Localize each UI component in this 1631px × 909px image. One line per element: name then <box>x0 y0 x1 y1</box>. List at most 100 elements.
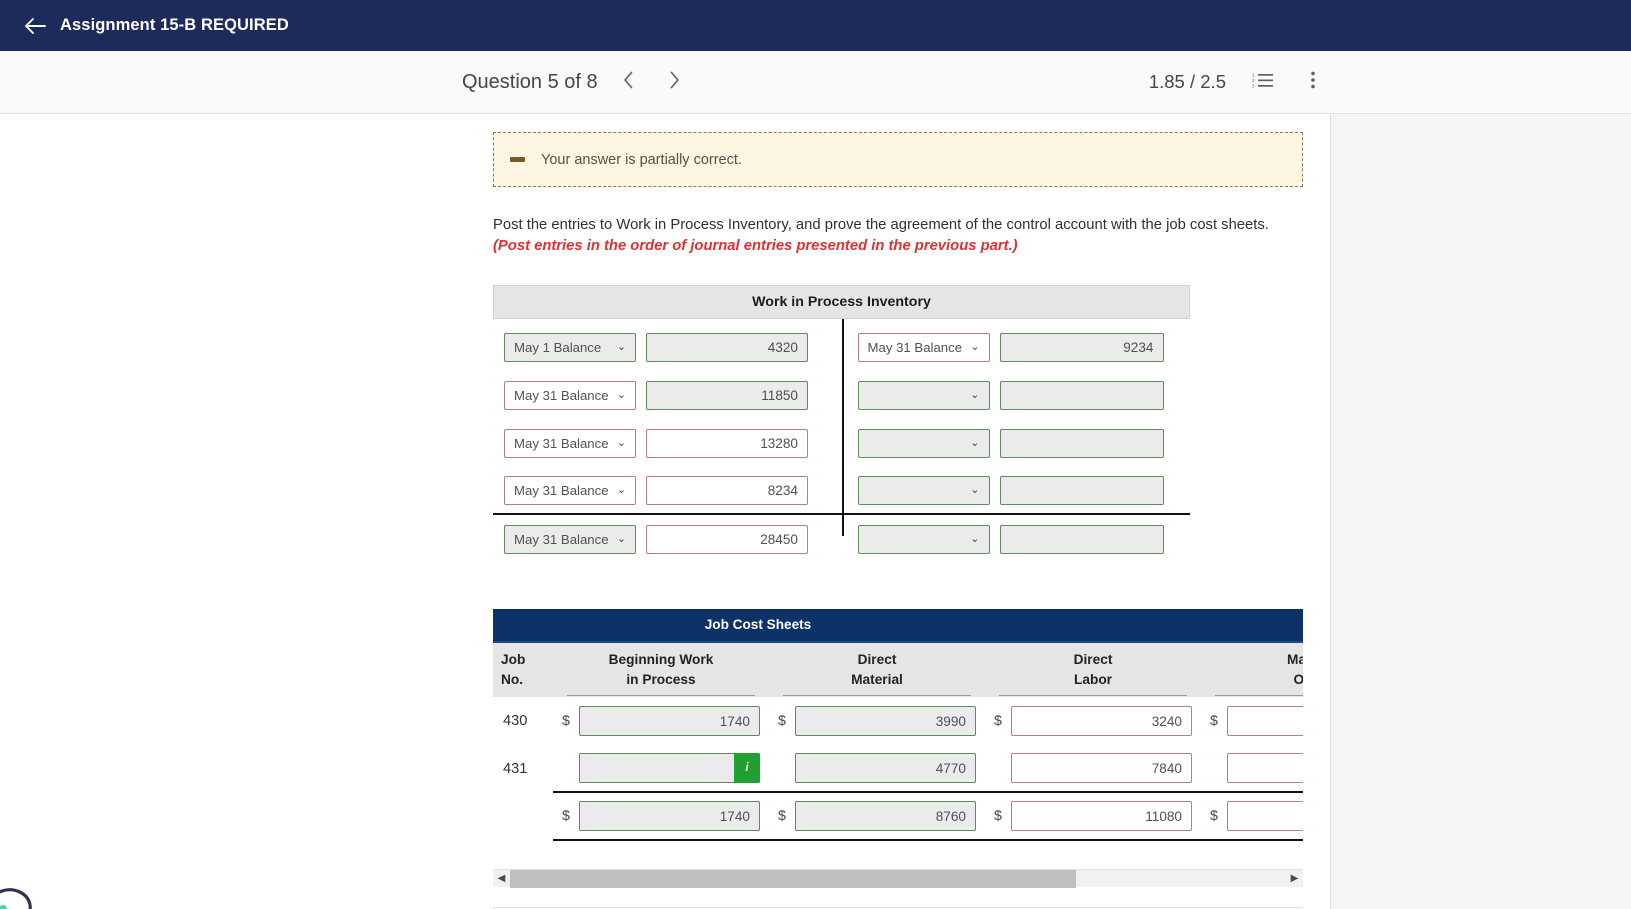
wip-amount-input[interactable] <box>999 428 1164 458</box>
header-rule <box>783 694 971 696</box>
currency-symbol: $ <box>562 808 570 824</box>
more-options-button[interactable] <box>1300 69 1326 95</box>
direct-labor-total-input[interactable]: 11080 <box>1011 801 1192 831</box>
instruction-emphasis: (Post entries in the order of journal en… <box>493 238 1018 254</box>
back-button[interactable] <box>18 9 52 43</box>
column-header-job-no: Job No. <box>493 643 553 690</box>
info-icon[interactable]: i <box>734 753 760 783</box>
beginning-wip-input[interactable]: 1740 <box>579 706 760 736</box>
previous-question-button[interactable] <box>614 67 644 97</box>
cell-manufacturing-overhead-total: $ <box>1201 793 1303 841</box>
scrollbar-track[interactable] <box>510 869 1286 888</box>
job-number: 431 <box>503 761 528 777</box>
table-row: $ 1740 $ 8760 $ 11080 $ <box>493 793 1303 841</box>
column-header-line2: Material <box>851 671 903 687</box>
wip-debit-side: May 31 Balance ⌄ 28450 <box>493 524 842 554</box>
wip-amount-input[interactable]: 13280 <box>646 428 808 458</box>
wip-amount-input[interactable]: 8234 <box>646 475 808 505</box>
wip-select[interactable]: ⌄ <box>857 475 990 505</box>
next-question-button[interactable] <box>660 67 690 97</box>
header-rule <box>567 694 755 696</box>
header-rule <box>1215 694 1303 696</box>
job-cost-sheets-scroll-area[interactable]: Job No. Beginning Work in Process Direct… <box>493 643 1303 841</box>
svg-text:1: 1 <box>1252 72 1255 77</box>
direct-material-input[interactable]: 4770 <box>795 753 976 783</box>
column-header-beginning-wip: Beginning Work in Process <box>553 643 769 696</box>
column-header-line1: Job <box>501 652 526 667</box>
wip-select-value: May 31 Balance <box>514 387 609 403</box>
manufacturing-overhead-input[interactable] <box>1227 706 1303 736</box>
cell-beginning-wip-total: $ 1740 <box>553 793 769 841</box>
wip-credit-side: ⌄ <box>842 475 1191 505</box>
wip-select[interactable]: ⌄ <box>857 428 990 458</box>
horizontal-scrollbar[interactable]: ◀ ▶ <box>493 869 1303 888</box>
partial-dash-icon <box>510 157 525 162</box>
currency-symbol: $ <box>994 713 1002 729</box>
wip-amount-input[interactable]: 11850 <box>646 380 808 410</box>
question-content: Your answer is partially correct. Post t… <box>493 114 1303 909</box>
chevron-down-icon: ⌄ <box>616 388 626 401</box>
question-card: Your answer is partially correct. Post t… <box>0 114 1331 909</box>
chevron-down-icon: ⌄ <box>970 436 980 449</box>
scrollbar-thumb[interactable] <box>510 869 1077 888</box>
wip-select[interactable]: May 31 Balance ⌄ <box>504 475 636 505</box>
table-row: May 31 Balance ⌄ 8234 ⌄ <box>493 467 1190 515</box>
wip-select[interactable]: May 31 Balance ⌄ <box>504 428 636 458</box>
scroll-right-arrow[interactable]: ▶ <box>1286 870 1303 888</box>
wip-amount-input[interactable]: 4320 <box>646 332 808 362</box>
column-header-line2: in Process <box>626 671 696 687</box>
table-header-row: Job No. Beginning Work in Process Direct… <box>493 643 1303 697</box>
chevron-right-icon <box>669 71 680 94</box>
wip-select[interactable]: May 31 Balance ⌄ <box>857 332 990 362</box>
assignment-title: Assignment 15-B REQUIRED <box>60 16 289 34</box>
cell-manufacturing-overhead: $ <box>1201 745 1303 793</box>
chevron-down-icon: ⌄ <box>970 388 980 401</box>
wip-select[interactable]: ⌄ <box>857 524 990 554</box>
table-row: May 31 Balance ⌄ 11850 ⌄ <box>493 371 1190 419</box>
table-row: 431 $ i $ 4770 <box>493 745 1303 793</box>
beginning-wip-input[interactable]: i <box>579 753 760 783</box>
manufacturing-overhead-total-input[interactable] <box>1227 801 1303 831</box>
cell-direct-material-total: $ 8760 <box>769 793 985 841</box>
column-header-line1: Direct <box>857 652 897 667</box>
wip-amount-input[interactable] <box>999 380 1164 410</box>
wip-select[interactable]: ⌄ <box>857 380 990 410</box>
currency-symbol: $ <box>1210 713 1218 729</box>
direct-material-input[interactable]: 3990 <box>795 706 976 736</box>
wip-debit-side: May 1 Balance ⌄ 4320 <box>493 332 842 362</box>
status-message: Your answer is partially correct. <box>541 151 742 168</box>
direct-labor-input[interactable]: 7840 <box>1011 753 1192 783</box>
wip-select-value: May 31 Balance <box>514 435 609 451</box>
wip-credit-side: ⌄ <box>842 380 1191 410</box>
wip-debit-side: May 31 Balance ⌄ 11850 <box>493 380 842 410</box>
cell-manufacturing-overhead: $ <box>1201 697 1303 745</box>
column-header-line2: Labor <box>1073 671 1113 687</box>
question-list-button[interactable]: 1 2 3 <box>1250 69 1276 95</box>
page-body: Your answer is partially correct. Post t… <box>0 114 1631 909</box>
wip-select[interactable]: May 31 Balance ⌄ <box>504 524 636 554</box>
wip-select[interactable]: May 31 Balance ⌄ <box>504 380 636 410</box>
support-chat-widget[interactable] <box>0 879 34 909</box>
wip-amount-input[interactable] <box>999 475 1164 505</box>
wip-select[interactable]: May 1 Balance ⌄ <box>504 332 636 362</box>
wip-debit-side: May 31 Balance ⌄ 13280 <box>493 428 842 458</box>
job-cost-sheets-grid: Job No. Beginning Work in Process Direct… <box>493 643 1303 841</box>
direct-labor-input[interactable]: 3240 <box>1011 706 1192 736</box>
scroll-left-arrow[interactable]: ◀ <box>493 870 510 888</box>
wip-select-value: May 1 Balance <box>514 339 602 355</box>
manufacturing-overhead-input[interactable] <box>1227 753 1303 783</box>
cell-beginning-wip: $ i <box>553 745 769 793</box>
column-header-line2: Overl <box>1201 670 1303 690</box>
cell-direct-labor: $ 7840 <box>985 745 1201 793</box>
chevron-down-icon: ⌄ <box>616 436 626 449</box>
wip-credit-side: ⌄ <box>842 428 1191 458</box>
direct-material-total-input[interactable]: 8760 <box>795 801 976 831</box>
question-toolbar: Question 5 of 8 1.85 / 2.5 1 2 3 <box>0 51 1631 114</box>
job-cost-sheets-table: Job Cost Sheets Job No. Beginning Work i… <box>493 609 1303 888</box>
wip-select-value: May 31 Balance <box>867 339 963 355</box>
beginning-wip-total-input[interactable]: 1740 <box>579 801 760 831</box>
wip-amount-input[interactable]: 28450 <box>646 524 808 554</box>
wip-amount-input[interactable]: 9234 <box>999 332 1164 362</box>
wip-amount-input[interactable] <box>999 524 1164 554</box>
table-row: 430 $ 1740 $ 3990 $ 3240 $ <box>493 697 1303 745</box>
